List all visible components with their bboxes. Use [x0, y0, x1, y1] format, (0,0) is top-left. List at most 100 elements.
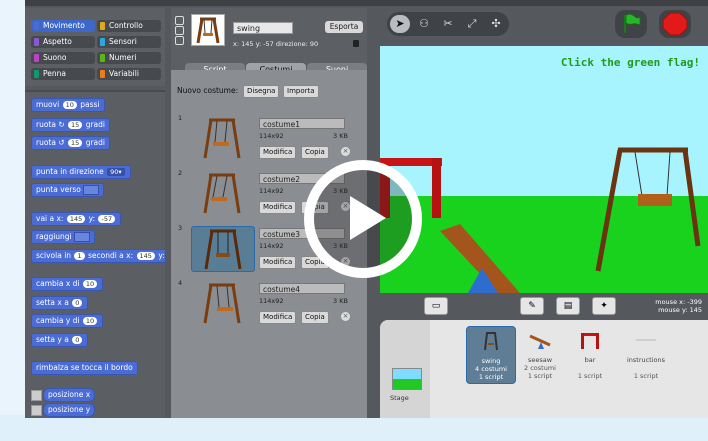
- stop-button[interactable]: [659, 10, 691, 38]
- lock-icon[interactable]: [353, 40, 359, 47]
- paint-button[interactable]: Disegna: [243, 85, 280, 98]
- block-change-y[interactable]: cambia y di 10: [31, 314, 104, 328]
- swing-sprite[interactable]: [595, 147, 701, 272]
- category-control[interactable]: Controllo: [97, 20, 161, 32]
- shrink-icon[interactable]: ✣: [486, 15, 506, 33]
- delete-costume-icon[interactable]: ×: [341, 147, 350, 156]
- costume-thumbnail[interactable]: [191, 171, 253, 215]
- delete-costume-icon[interactable]: ×: [341, 312, 350, 321]
- category-looks[interactable]: Aspetto: [31, 36, 95, 48]
- import-button[interactable]: Importa: [283, 85, 319, 98]
- delete-icon[interactable]: ✂: [438, 15, 458, 33]
- costume-name-input[interactable]: costume4: [259, 283, 345, 294]
- block-number-input[interactable]: 145: [136, 252, 155, 260]
- block-turn-right[interactable]: ruota ↻ 15 gradi: [31, 118, 110, 132]
- checkbox-x-position[interactable]: [31, 390, 42, 401]
- costume-thumbnail[interactable]: [191, 226, 255, 272]
- block-change-x[interactable]: cambia x di 10: [31, 277, 104, 291]
- edit-costume-button[interactable]: Modifica: [259, 201, 297, 214]
- category-swatch: [100, 22, 105, 30]
- block-text: y:: [158, 251, 165, 260]
- category-variables[interactable]: Variabili: [97, 68, 161, 80]
- block-turn-left[interactable]: ruota ↺ 15 gradi: [31, 136, 110, 150]
- stage-scene: [380, 147, 701, 293]
- block-text: ruota ↻: [36, 120, 65, 129]
- block-move-steps[interactable]: muovi 10 passi: [31, 98, 105, 112]
- reporter-x-position[interactable]: posizione x: [43, 388, 96, 402]
- rotation-style-rotate-icon[interactable]: [175, 16, 184, 25]
- block-number-input[interactable]: 15: [68, 121, 83, 129]
- category-label: Suono: [43, 53, 67, 62]
- sprite-name: instructions: [626, 356, 666, 364]
- swing-icon: [203, 283, 241, 324]
- category-swatch: [100, 70, 105, 78]
- block-number-input[interactable]: 10: [82, 280, 98, 288]
- video-play-button[interactable]: [304, 160, 422, 278]
- stage-canvas[interactable]: Click the green flag!: [380, 46, 708, 293]
- category-sensing[interactable]: Sensori: [97, 36, 161, 48]
- block-number-input[interactable]: 15: [68, 139, 83, 147]
- duplicate-icon[interactable]: ⚇: [414, 15, 434, 33]
- block-set-x[interactable]: setta x a 0: [31, 296, 89, 310]
- sprite-tile-bar[interactable]: bar 1 script: [566, 326, 614, 382]
- stage-toolbar: ➤ ⚇ ✂ ⤢ ✣: [381, 8, 708, 46]
- checkbox-y-position[interactable]: [31, 405, 42, 416]
- category-operators[interactable]: Numeri: [97, 52, 161, 64]
- block-number-input[interactable]: 0: [72, 299, 83, 307]
- target-dropdown[interactable]: [73, 232, 90, 242]
- block-set-y[interactable]: setta y a 0: [31, 333, 89, 347]
- costume-row[interactable]: 4 costume4 114x92 3 KB Modifica Copia ×: [175, 279, 361, 327]
- rotation-style-flip-icon[interactable]: [175, 26, 184, 35]
- rotation-style-none-icon[interactable]: [175, 36, 184, 45]
- presentation-mode-icon[interactable]: ▭: [424, 297, 448, 315]
- costume-thumbnail[interactable]: [191, 116, 253, 160]
- grow-icon[interactable]: ⤢: [462, 15, 482, 33]
- block-number-input[interactable]: 10: [62, 101, 77, 109]
- costume-size: 114x92: [259, 132, 284, 140]
- choose-sprite-file-icon[interactable]: ▤: [556, 297, 580, 315]
- seesaw-sprite[interactable]: [440, 224, 520, 293]
- swing-icon: [203, 173, 241, 214]
- category-sound[interactable]: Suono: [31, 52, 95, 64]
- block-bounce[interactable]: rimbalza se tocca il bordo: [31, 361, 138, 375]
- block-glide[interactable]: scivola in 1 secondi a x: 145 y:: [31, 249, 165, 263]
- target-dropdown[interactable]: [82, 185, 99, 195]
- sprite-name-input[interactable]: swing: [233, 22, 293, 34]
- arrow-cursor-icon[interactable]: ➤: [390, 15, 410, 33]
- costume-name-input[interactable]: costume1: [259, 118, 345, 129]
- export-button[interactable]: Esporta: [325, 21, 363, 33]
- block-number-input[interactable]: 10: [82, 317, 98, 325]
- edit-costume-button[interactable]: Modifica: [259, 146, 297, 159]
- block-number-input[interactable]: 145: [66, 215, 86, 223]
- copy-costume-button[interactable]: Copia: [301, 311, 329, 324]
- direction-dropdown[interactable]: 90▾: [107, 168, 125, 176]
- stage-selector[interactable]: Stage: [380, 320, 430, 418]
- costume-thumbnail[interactable]: [191, 281, 253, 325]
- block-goto-xy[interactable]: vai a x: 145 y: -57: [31, 212, 122, 226]
- category-swatch: [100, 38, 105, 46]
- block-goto-target[interactable]: raggiungi: [31, 230, 95, 244]
- category-motion[interactable]: Movimento: [31, 20, 95, 32]
- sprite-tile-seesaw[interactable]: seesaw 2 costumi 1 script: [516, 326, 564, 382]
- random-sprite-icon[interactable]: ✦: [592, 297, 616, 315]
- block-number-input[interactable]: 1: [74, 252, 85, 260]
- block-point-towards[interactable]: punta verso: [31, 183, 104, 197]
- swing-icon: [196, 17, 220, 44]
- edit-costume-button[interactable]: Modifica: [259, 311, 297, 324]
- copy-costume-button[interactable]: Copia: [301, 146, 329, 159]
- edit-costume-button[interactable]: Modifica: [259, 256, 297, 269]
- green-flag-button[interactable]: [615, 10, 647, 38]
- sprite-tile-instructions[interactable]: instructions 1 script: [616, 326, 676, 382]
- category-pen[interactable]: Penna: [31, 68, 95, 80]
- block-text: posizione y: [48, 405, 91, 414]
- block-point-direction[interactable]: punta in direzione 90▾: [31, 165, 131, 179]
- reporter-y-position[interactable]: posizione y: [43, 403, 96, 417]
- block-text: gradi: [85, 138, 105, 147]
- block-number-input[interactable]: 0: [72, 336, 83, 344]
- sprite-costume-count: 2 costumi: [524, 364, 556, 372]
- paint-new-sprite-icon[interactable]: ✎: [520, 297, 544, 315]
- costume-row[interactable]: 1 costume1 114x92 3 KB Modifica Copia ×: [175, 114, 361, 162]
- sprite-tile-swing[interactable]: swing 4 costumi 1 script: [466, 326, 516, 384]
- costume-size: 114x92: [259, 297, 284, 305]
- block-number-input[interactable]: -57: [98, 215, 116, 223]
